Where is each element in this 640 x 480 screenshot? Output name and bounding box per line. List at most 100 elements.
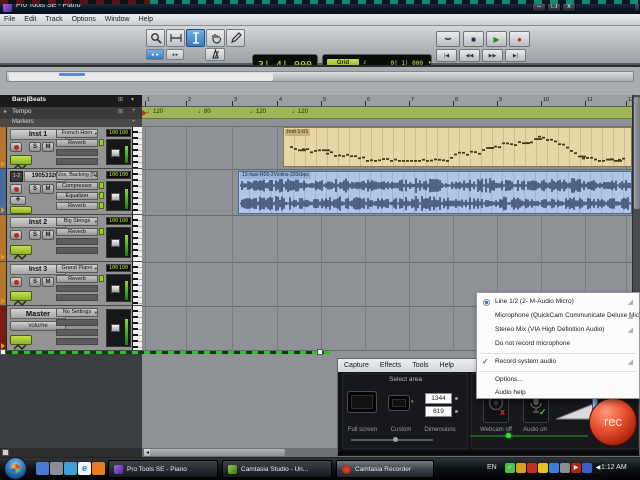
insert-slot[interactable]: Reverb [56,139,98,147]
rec-button[interactable]: rec [589,398,637,446]
midi-clip[interactable]: Inst 1-01 [283,127,632,167]
track-expand-icon[interactable] [1,161,5,167]
menu-window[interactable]: Window [105,16,130,23]
insert-slot[interactable]: Compressor [56,182,98,190]
track-expand-icon[interactable] [1,254,5,260]
track-inst-3[interactable]: Inst 3 S M Grand Piano▾ Reverb 100100 [0,262,142,306]
insert-slot-empty[interactable] [56,285,98,292]
tempo-event[interactable]: ♩80 [198,109,211,115]
automation-button[interactable] [10,245,32,255]
keyboard-focus-icon[interactable] [2,449,9,456]
ruler-header-bars-beats[interactable]: Bars|Beats ⊞ ▾ [0,95,142,107]
record-enable-button[interactable] [10,230,22,240]
pencil-tool-button[interactable] [226,29,245,47]
tempo-event[interactable]: ♩120 [292,109,308,115]
insert-slot[interactable]: Reverb [56,275,98,283]
menu-item-audio-help[interactable]: Audio help [478,387,638,400]
tray-icon[interactable] [527,463,537,473]
quick-launch-icon[interactable]: e [78,462,91,475]
automation-button[interactable] [10,335,32,345]
pre-post-roll-button[interactable]: ◂▴▸ [436,31,460,47]
taskbar-button-camtasia-studio[interactable]: Camtasia Studio - Un... [222,460,332,478]
overview-scrollbar[interactable] [6,71,634,82]
zoom-horizontal-button[interactable]: ◂ ▸ [166,49,184,60]
horizontal-scrollbar-thumb[interactable] [150,449,285,456]
trim-tool-button[interactable] [166,29,185,47]
insert-slot-empty[interactable] [56,329,98,336]
markers-ruler[interactable] [142,119,632,127]
tempo-event[interactable]: ♩120 [147,109,163,115]
track-master[interactable]: Master volume No Settings▾ [0,306,142,351]
clock[interactable]: 1:12 AM [601,464,627,471]
master-inserts-selector[interactable]: No Settings▾ [56,308,98,317]
quick-launch-icon[interactable] [64,462,77,475]
grabber-tool-button[interactable] [206,29,225,47]
solo-button[interactable]: S [29,230,41,240]
tempo-grid-icon[interactable]: ⊞ [118,108,123,115]
mute-button[interactable]: M [42,277,54,287]
menu-item-no-microphone[interactable]: Do not record microphone [478,338,638,351]
full-screen-icon[interactable] [347,391,377,413]
menu-item-record-system-audio[interactable]: ✓ Record system audio ◢ [478,356,638,369]
insert-slot-empty[interactable] [56,319,98,326]
quick-launch-icon[interactable] [92,462,105,475]
rewind-button[interactable]: ◀◀ [459,49,480,62]
area-slider[interactable] [351,439,433,441]
recording-region-handle[interactable] [317,349,323,355]
lock-icon[interactable] [455,397,458,400]
tray-icon[interactable]: ✓ [505,463,515,473]
ruler-dropdown-icon[interactable]: ▾ [131,96,134,103]
mini-keyboard[interactable] [132,215,142,261]
menu-item-microphone[interactable]: Microphone (QuickCam Communicate Deluxe … [478,310,638,323]
track-expand-icon[interactable] [1,207,5,213]
fade-button[interactable]: ✚ [10,196,26,205]
tempo-expand-icon[interactable]: ▸ [4,108,7,115]
automation-button[interactable] [10,155,32,165]
solo-button[interactable]: S [29,184,41,194]
tray-icon[interactable] [538,463,548,473]
solo-button[interactable]: S [29,142,41,152]
camtasia-menu-help[interactable]: Help [440,362,454,369]
insert-slot-empty[interactable] [56,294,98,301]
volume-fader[interactable] [106,139,131,165]
tray-icon[interactable] [516,463,526,473]
start-button[interactable] [4,457,27,480]
record-enable-button[interactable] [10,277,22,287]
insert-slot-empty[interactable] [56,238,98,245]
automation-button[interactable] [10,206,32,214]
menu-edit[interactable]: Edit [24,16,36,23]
menu-item-stereo-mix[interactable]: Stereo Mix (VIA High Definition Audio) ◢ [478,324,638,337]
master-volume-fader[interactable] [106,309,131,347]
audio-clip[interactable]: 13-Itasi-R05-2Violins-320kbps [238,171,632,214]
quick-launch-icon[interactable] [50,462,63,475]
record-button[interactable]: ● [509,31,530,47]
insert-slot[interactable]: Reverb [56,228,98,236]
zoom-tool-button[interactable] [146,29,165,47]
instrument-selector[interactable]: Grand Piano▾ [56,264,98,273]
markers-add-icon[interactable]: + [132,119,136,125]
custom-label[interactable]: Custom [386,427,416,433]
menu-track[interactable]: Track [45,16,62,23]
mute-button[interactable]: M [42,184,54,194]
volume-fader[interactable] [106,227,131,258]
go-to-end-button[interactable]: ▶| [505,49,526,62]
bars-beats-ruler[interactable]: 123456789101112 [142,95,632,107]
recording-region-handle[interactable] [0,349,6,355]
track-expand-icon[interactable] [1,298,5,304]
playlist-selector[interactable]: Vox, Backing [S]▾ [56,171,98,180]
tray-icon[interactable] [582,463,592,473]
insert-slot-empty[interactable] [56,247,98,254]
mini-keyboard[interactable] [132,262,142,305]
ruler-grid-icon[interactable]: ⊞ [118,96,123,103]
camtasia-menu-effects[interactable]: Effects [380,362,401,369]
full-screen-label[interactable]: Full screen [340,427,385,433]
camtasia-menu-capture[interactable]: Capture [344,362,369,369]
menu-file[interactable]: File [4,16,15,23]
track-inst-1[interactable]: Inst 1 S M French Horn▾ Reverb 100100 [0,127,142,169]
go-to-start-button[interactable]: |◀ [436,49,457,62]
area-slider-handle[interactable] [393,437,398,442]
menu-item-options[interactable]: Options... [478,374,638,387]
insert-slot-empty[interactable] [56,338,98,345]
tempo-ruler[interactable]: ♩120♩80♩120♩120 [142,107,632,119]
menu-help[interactable]: Help [139,16,153,23]
